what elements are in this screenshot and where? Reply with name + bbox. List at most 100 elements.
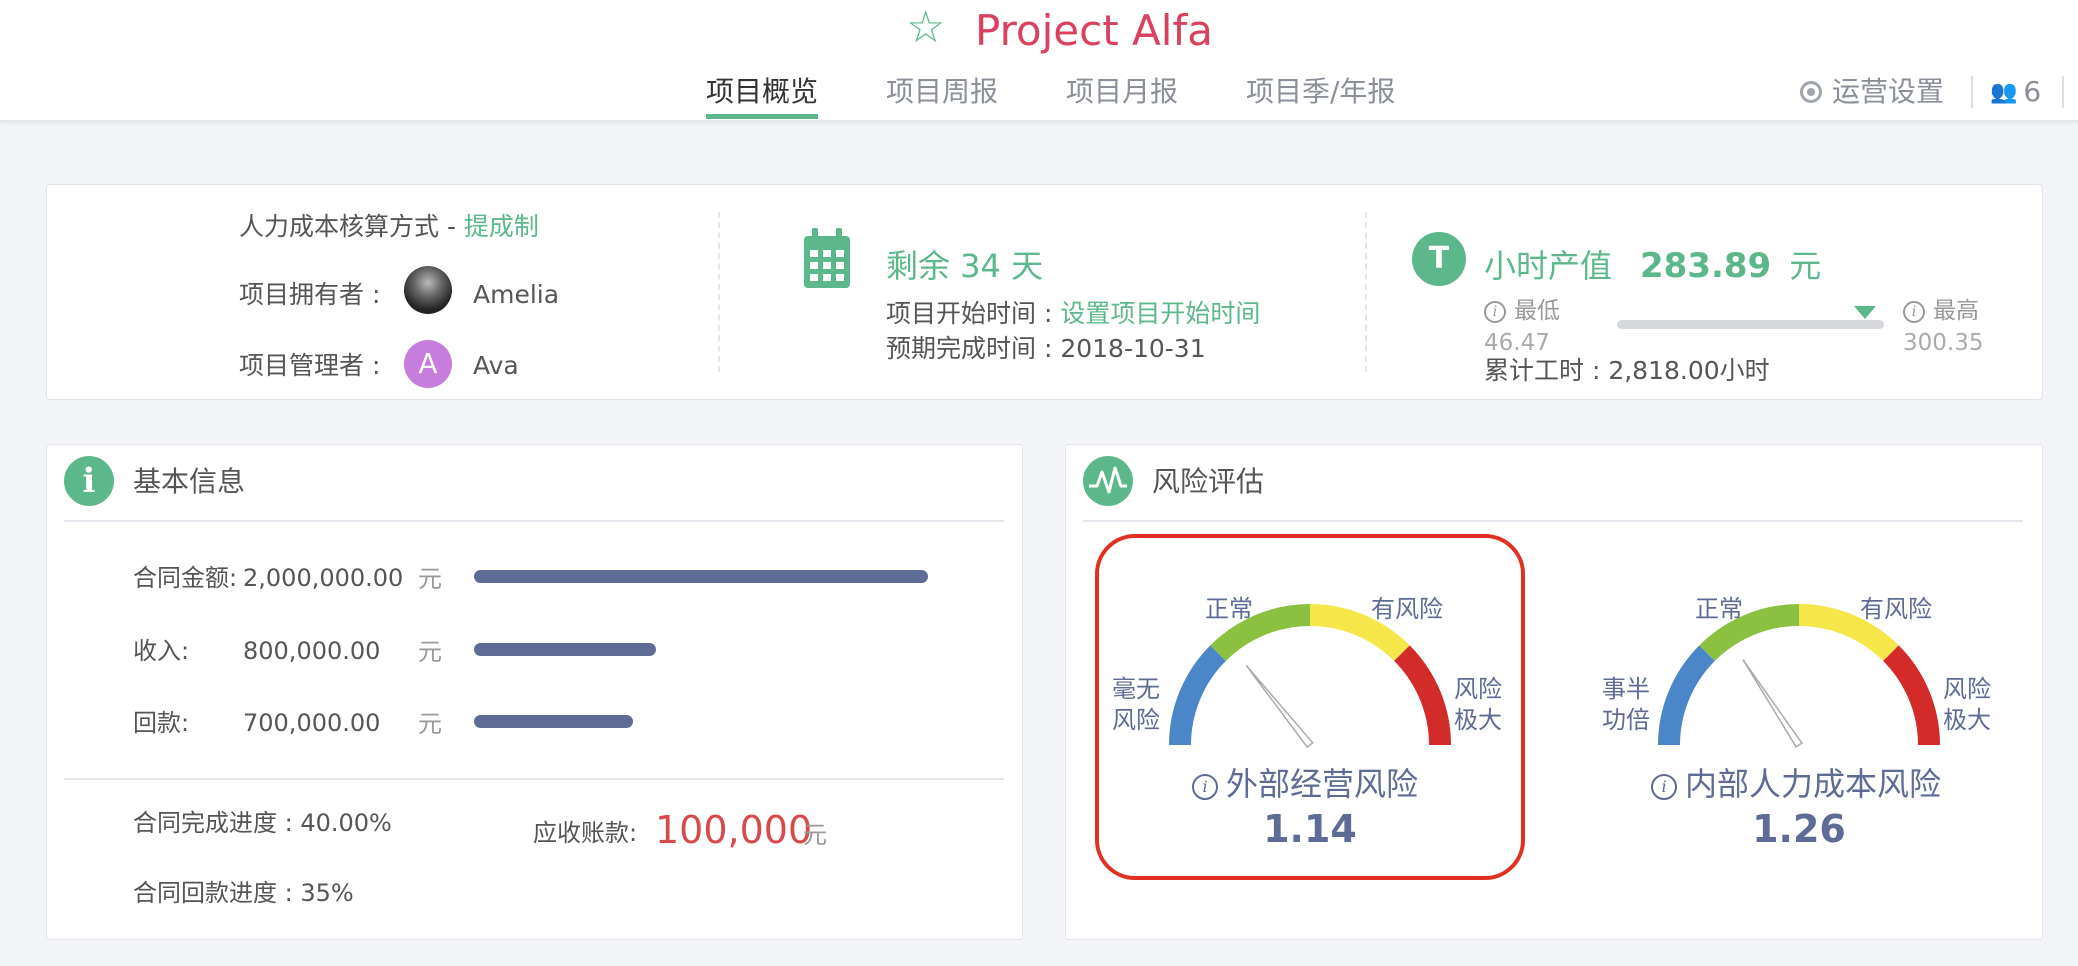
header-divider (1971, 76, 1973, 108)
gauge-label-line: 功倍 (1602, 706, 1650, 734)
payment-value: 700,000.00 (243, 709, 381, 737)
min-label: i 最低 (1484, 294, 1560, 328)
gauge-label-no-risk: 毫无 风险 (1112, 674, 1160, 736)
total-hours: 累计工时 : 2,818.00小时 (1484, 356, 1770, 385)
receivable-label: 应收账款: (533, 819, 638, 847)
gauge-needle (1742, 659, 1803, 748)
income-label: 收入: (133, 637, 190, 665)
gauge-label-high-risk: 风险 极大 (1943, 674, 1991, 736)
gauge-segment-red (1393, 645, 1451, 746)
section-divider (1365, 212, 1367, 372)
hourly-output-value: 283.89 (1640, 246, 1772, 286)
pulse-icon (1083, 456, 1133, 506)
card-header-divider (64, 520, 1004, 522)
settings-icon (1800, 81, 1822, 103)
cost-method: 人力成本核算方式 - 提成制 (239, 210, 539, 244)
gauge-segment-blue (1658, 645, 1716, 746)
manager-avatar: A (404, 340, 452, 388)
income-bar (474, 643, 656, 656)
external-risk-label: 外部经营风险 (1226, 765, 1419, 803)
income-unit: 元 (418, 638, 442, 666)
hourly-output-label: 小时产值 (1484, 247, 1613, 285)
internal-risk-value: 1.26 (1752, 807, 1846, 851)
gauge-segment-red (1882, 645, 1940, 746)
max-value: 300.35 (1903, 330, 1984, 356)
active-tab-indicator (706, 114, 818, 119)
gauge-label-efficient: 事半 功倍 (1602, 674, 1650, 736)
manager-label: 项目管理者 : (239, 351, 381, 380)
payment-unit: 元 (418, 710, 442, 738)
info-icon[interactable]: i (1192, 774, 1218, 800)
risk-assessment-title: 风险评估 (1152, 465, 1265, 498)
gauge-needle (1245, 664, 1314, 749)
income-value: 800,000.00 (243, 637, 381, 665)
gauge-label-line: 风险 (1943, 675, 1991, 703)
contract-progress: 合同完成进度 : 40.00% (133, 809, 392, 837)
gauge-label-line: 风险 (1454, 675, 1502, 703)
tab-overview[interactable]: 项目概览 (706, 72, 818, 112)
header-divider (2062, 76, 2064, 108)
hourly-output-unit: 元 (1789, 247, 1822, 285)
gauge-label-normal: 正常 (1205, 595, 1253, 623)
payment-bar (474, 715, 633, 728)
set-start-time-link[interactable]: 设置项目开始时间 (1060, 299, 1260, 328)
owner-label: 项目拥有者 : (239, 280, 381, 309)
cost-method-value[interactable]: 提成制 (464, 212, 539, 241)
basic-info-card (46, 444, 1023, 940)
member-count: 6 (2023, 75, 2042, 108)
hammer-icon: T (1412, 232, 1466, 286)
gauge-label-at-risk: 有风险 (1860, 595, 1932, 623)
gauge-label-line: 风险 (1112, 706, 1160, 734)
basic-info-title: 基本信息 (133, 465, 246, 498)
ops-settings-label: 运营设置 (1832, 75, 1945, 108)
contract-amount-value: 2,000,000.00 (243, 564, 404, 592)
gauge-label-line: 极大 (1454, 706, 1502, 734)
gauge-label-at-risk: 有风险 (1371, 595, 1443, 623)
contract-amount-bar (474, 570, 928, 583)
owner-avatar (404, 266, 452, 314)
ops-settings-button[interactable]: 运营设置 (1800, 72, 1944, 112)
members-icon: 👥 (1990, 80, 2018, 105)
info-icon[interactable]: i (1484, 301, 1506, 323)
min-label-text: 最低 (1514, 298, 1560, 324)
gauge-label-normal: 正常 (1695, 595, 1743, 623)
payment-progress: 合同回款进度 : 35% (133, 879, 354, 907)
favorite-star-icon[interactable]: ☆ (906, 6, 945, 50)
gauge-label-line: 事半 (1602, 675, 1650, 703)
gauge-label-line: 毫无 (1112, 675, 1160, 703)
receivable-unit: 元 (803, 821, 827, 849)
remaining-days: 剩余 34 天 (886, 247, 1044, 285)
gauge-label-high-risk: 风险 极大 (1454, 674, 1502, 736)
end-time: 预期完成时间 : 2018-10-31 (886, 334, 1206, 363)
info-icon[interactable]: i (1651, 774, 1677, 800)
section-divider (718, 212, 720, 372)
internal-risk-label: 内部人力成本风险 (1685, 765, 1942, 803)
contract-amount-unit: 元 (418, 565, 442, 593)
external-risk-value: 1.14 (1263, 807, 1357, 851)
members-button[interactable]: 👥 6 (1990, 72, 2041, 113)
start-time-label: 项目开始时间 : (886, 299, 1061, 328)
start-time: 项目开始时间 : 设置项目开始时间 (886, 297, 1260, 331)
info-icon[interactable]: i (1903, 301, 1925, 323)
info-icon: i (64, 456, 114, 506)
hourly-range-marker (1854, 306, 1876, 319)
card-header-divider (1083, 520, 2023, 522)
gauge-segment-blue (1169, 645, 1227, 746)
hourly-output: 小时产值 283.89 元 (1484, 244, 1821, 288)
gauge-label-line: 极大 (1943, 706, 1991, 734)
max-label-text: 最高 (1933, 298, 1979, 324)
section-divider (64, 778, 1004, 780)
tab-quarterly-yearly[interactable]: 项目季/年报 (1246, 72, 1395, 112)
contract-amount-label: 合同金额: (133, 564, 238, 592)
manager-name: Ava (473, 351, 519, 380)
internal-risk-name: i 内部人力成本风险 (1651, 763, 1941, 805)
external-risk-name: i 外部经营风险 (1192, 763, 1418, 805)
payment-label: 回款: (133, 709, 190, 737)
cost-method-label: 人力成本核算方式 - (239, 212, 464, 241)
project-title: Project Alfa (975, 6, 1213, 55)
receivable-value: 100,000 (655, 808, 813, 852)
tab-monthly[interactable]: 项目月报 (1066, 72, 1178, 112)
tab-weekly[interactable]: 项目周报 (886, 72, 998, 112)
hourly-range-bar (1617, 320, 1884, 329)
owner-name: Amelia (473, 280, 560, 309)
